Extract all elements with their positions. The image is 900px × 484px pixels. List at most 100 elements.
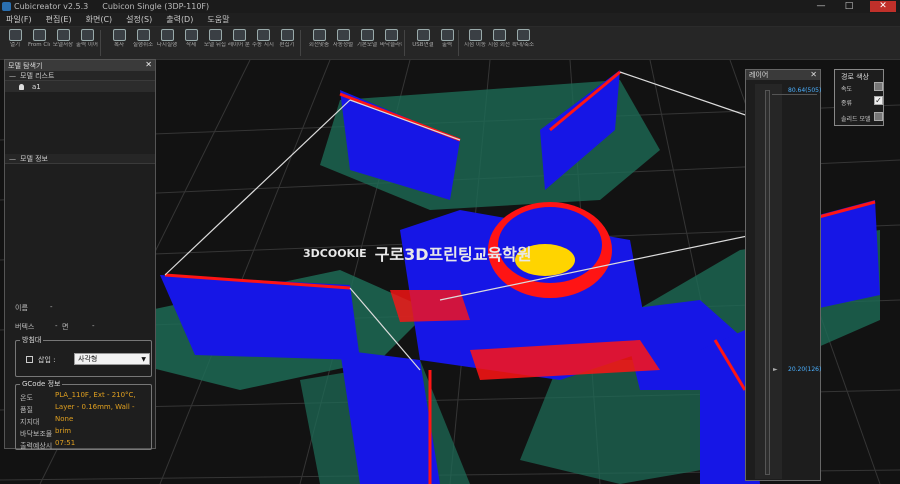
toolbar-button-label: 바닥슬라이스	[380, 42, 402, 48]
type-label: 종류	[841, 100, 853, 107]
model-list-title: 모델 리스트	[20, 71, 55, 80]
toolbar-button-label: 출력 이어	[76, 42, 98, 48]
toolbar-button-label: 확대/축소	[512, 42, 534, 48]
toolbar-button[interactable]: 모델저장	[52, 29, 74, 48]
toolbar-button-label: 다시실행	[156, 42, 178, 48]
menu-file[interactable]: 파일(F)	[6, 14, 32, 25]
gcode-info-group: GCode 정보 온도 PLA_110F, Ext - 210°C, 품질 La…	[15, 379, 152, 450]
gcode-value: 07:51	[55, 439, 76, 447]
toolbar-button[interactable]: 출력	[436, 29, 458, 48]
layer-header: 레이어 ✕	[746, 70, 820, 80]
name-label: 이름	[15, 304, 28, 312]
toolbar-button-label: 모델 뒤집기	[204, 42, 226, 48]
layer-slider-track[interactable]	[765, 90, 770, 475]
toolbar-button[interactable]: 레이어 분할	[228, 29, 250, 48]
lightbulb-icon[interactable]	[19, 83, 24, 90]
gcode-key: 지지대	[20, 418, 40, 426]
model-list-section[interactable]: — 모델 리스트	[5, 71, 155, 81]
name-value: -	[50, 303, 53, 311]
minimize-button[interactable]: —	[814, 1, 828, 12]
gcode-key: 품질	[20, 406, 33, 414]
toolbar-button[interactable]: 실행취소	[132, 29, 154, 48]
model-list-item[interactable]: a1	[5, 81, 155, 92]
gcode-value: PLA_110F, Ext - 210°C,	[55, 391, 136, 399]
chevron-down-icon: ▼	[141, 356, 146, 363]
type-checkbox[interactable]: ✓	[874, 96, 883, 105]
layer-title: 레이어	[749, 71, 769, 79]
toolbar-button[interactable]: 모델 뒤집기	[204, 29, 226, 48]
attach-checkbox-label: 삽입 :	[38, 356, 56, 364]
menu-help[interactable]: 도움말	[207, 14, 229, 25]
toolbar-button[interactable]: 시점 이동	[464, 29, 486, 48]
toolbar-button[interactable]: 회전맞춤	[308, 29, 330, 48]
layer-close-icon[interactable]: ✕	[810, 70, 817, 80]
arrange-icon	[336, 29, 350, 41]
toolbar-button[interactable]: 열기	[4, 29, 26, 48]
gcode-legend: GCode 정보	[20, 379, 63, 389]
slice-icon	[384, 29, 398, 41]
vertex-label: 버텍스	[15, 323, 35, 331]
gcode-key: 바닥보조물	[20, 430, 53, 438]
model-info-section[interactable]: — 모델 정보	[5, 154, 155, 164]
face-label: 면	[62, 323, 69, 331]
layer-slider-thumb[interactable]: ►	[773, 366, 778, 373]
explorer-close-icon[interactable]: ✕	[145, 60, 152, 69]
collapse-icon: —	[9, 154, 16, 163]
model-info-title: 모델 정보	[20, 154, 48, 163]
menu-view[interactable]: 화면(C)	[86, 14, 113, 25]
toolbar-button[interactable]: 확대/축소	[512, 29, 534, 48]
toolbar-button[interactable]: 복사	[108, 29, 130, 48]
menu-settings[interactable]: 설정(S)	[126, 14, 152, 25]
toolbar-button-label: 시점 이동	[464, 42, 486, 48]
cube-icon	[360, 29, 374, 41]
support-icon	[256, 29, 270, 41]
solid-model-checkbox[interactable]	[874, 112, 883, 121]
attach-checkbox[interactable]	[26, 356, 33, 363]
undo-icon	[136, 29, 150, 41]
maximize-button[interactable]: □	[842, 1, 856, 12]
speed-checkbox[interactable]	[874, 82, 883, 91]
model-list-area	[5, 92, 155, 154]
copy-icon	[112, 29, 126, 41]
collapse-icon: —	[9, 71, 16, 80]
split-icon	[232, 29, 246, 41]
rotate-view-icon	[492, 29, 506, 41]
path-color-title: 경로 색상	[841, 73, 869, 81]
toolbar-button[interactable]: 시점 회전	[488, 29, 510, 48]
delete-icon	[184, 29, 198, 41]
toolbar-button[interactable]: 자동정렬	[332, 29, 354, 48]
model-explorer-panel: 모델 탐색기 ✕ — 모델 리스트 a1 — 모델 정보 이름 - 버텍스 - …	[4, 59, 156, 450]
toolbar-button-label: 자동정렬	[332, 42, 354, 48]
toolbar-button[interactable]: 삭제	[180, 29, 202, 48]
toolbar-button-label: 출력	[441, 42, 453, 48]
toolbar-button[interactable]: 바닥슬라이스	[380, 29, 402, 48]
gcode-value: brim	[55, 427, 72, 435]
toolbar-button[interactable]: USB연결	[412, 29, 434, 48]
open-icon	[8, 29, 22, 41]
gcode-value: None	[55, 415, 74, 423]
layer-top-label: 80.64(505)	[788, 87, 822, 94]
menu-print[interactable]: 출력(D)	[166, 14, 193, 25]
close-button[interactable]: ✕	[870, 1, 896, 12]
toolbar-button[interactable]: 기본모델	[356, 29, 378, 48]
app-title: Cubicreator v2.5.3	[14, 2, 89, 11]
move-view-icon	[468, 29, 482, 41]
toolbar-button[interactable]: 편집기	[276, 29, 298, 48]
toolbar-separator	[458, 30, 459, 56]
toolbar-button-label: 복사	[113, 42, 125, 48]
app-icon	[2, 2, 11, 11]
usb-icon	[416, 29, 430, 41]
speed-label: 속도	[841, 86, 853, 93]
menu-edit[interactable]: 편집(E)	[46, 14, 72, 25]
toolbar-button[interactable]: 수동 지지대	[252, 29, 274, 48]
watermark-brand: 3DCOOKIE	[303, 246, 367, 260]
model-name: a1	[32, 82, 41, 91]
save-icon	[56, 29, 70, 41]
layer-current-label: 20.20(126)	[788, 366, 822, 373]
toolbar-button[interactable]: 다시실행	[156, 29, 178, 48]
menu-bar: 파일(F) 편집(E) 화면(C) 설정(S) 출력(D) 도움말	[0, 13, 900, 27]
explorer-header: 모델 탐색기 ✕	[5, 60, 155, 71]
attach-type-select[interactable]: 사각형 ▼	[74, 353, 150, 365]
toolbar-button[interactable]: 출력 이어	[76, 29, 98, 48]
toolbar-button[interactable]: From Cloud	[28, 29, 50, 48]
